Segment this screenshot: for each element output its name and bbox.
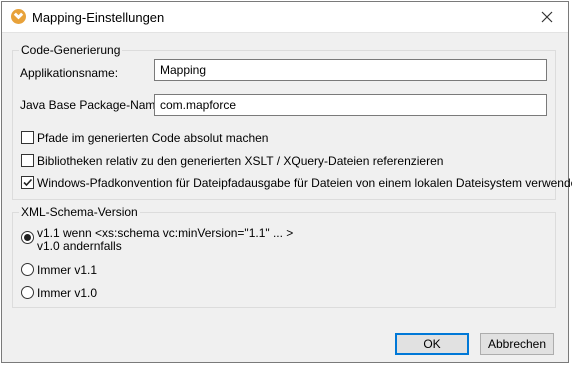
dialog-title: Mapping-Einstellungen	[32, 10, 165, 25]
schema-v11-radio[interactable]	[21, 263, 34, 276]
relative-libraries-label[interactable]: Bibliotheken relativ zu den generierten …	[37, 154, 443, 168]
schema-v11-label[interactable]: Immer v1.1	[37, 263, 97, 277]
absolute-paths-checkbox[interactable]	[21, 131, 34, 144]
schema-auto-label-line1[interactable]: v1.1 wenn <xs:schema vc:minVersion="1.1"…	[37, 226, 293, 240]
code-generation-group-label: Code-Generierung	[19, 43, 123, 57]
schema-auto-radio[interactable]	[21, 231, 34, 244]
ok-button[interactable]: OK	[395, 333, 469, 355]
schema-v10-radio[interactable]	[21, 286, 34, 299]
schema-v10-label[interactable]: Immer v1.0	[37, 286, 97, 300]
windows-path-checkbox[interactable]	[21, 176, 34, 189]
schema-auto-label-line2[interactable]: v1.0 andernfalls	[37, 239, 122, 253]
absolute-paths-label[interactable]: Pfade im generierten Code absolut machen	[37, 131, 268, 145]
java-package-label: Java Base Package-Name:	[20, 98, 166, 112]
windows-path-label[interactable]: Windows-Pfadkonvention für Dateipfadausg…	[37, 176, 572, 190]
title-bar: Mapping-Einstellungen	[2, 2, 568, 33]
app-name-field[interactable]: Mapping	[154, 59, 547, 81]
radio-selected-dot	[24, 234, 31, 241]
close-icon	[541, 11, 553, 23]
cancel-button[interactable]: Abbrechen	[480, 333, 554, 355]
close-button[interactable]	[532, 6, 562, 28]
checkmark-icon	[23, 178, 33, 187]
app-name-label: Applikationsname:	[20, 66, 119, 80]
mapforce-icon	[11, 9, 26, 24]
mapping-settings-dialog: Mapping-Einstellungen Code-Generierung A…	[1, 1, 572, 363]
java-package-field[interactable]: com.mapforce	[154, 94, 547, 116]
xml-schema-group-label: XML-Schema-Version	[19, 205, 140, 219]
relative-libraries-checkbox[interactable]	[21, 154, 34, 167]
